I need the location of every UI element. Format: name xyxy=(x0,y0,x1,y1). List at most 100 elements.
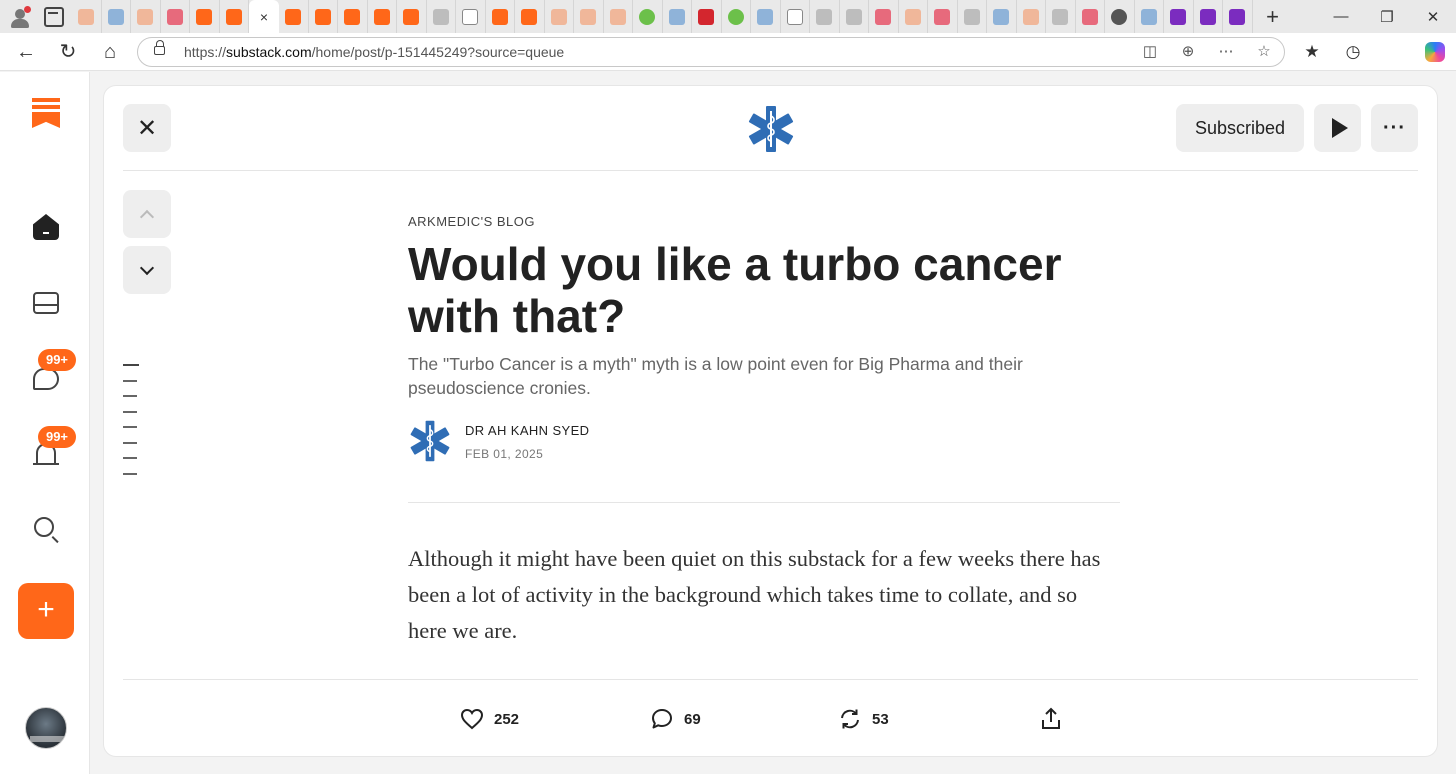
browser-tab[interactable] xyxy=(72,0,102,33)
browser-tab[interactable] xyxy=(220,0,249,33)
post-body: Although it might have been quiet on thi… xyxy=(408,546,1101,643)
more-options-button[interactable]: ··· xyxy=(1371,104,1418,152)
substack-logo-icon[interactable] xyxy=(32,98,60,130)
chat-badge: 99+ xyxy=(38,349,76,371)
inbox-icon[interactable] xyxy=(31,288,61,318)
like-count: 252 xyxy=(494,710,520,728)
author-name[interactable]: DR AH KAHN SYED xyxy=(465,423,589,438)
browser-tab[interactable] xyxy=(1135,0,1164,33)
previous-post-button[interactable] xyxy=(123,190,171,238)
divider xyxy=(123,170,1418,171)
play-icon xyxy=(1331,118,1348,138)
browser-tab[interactable] xyxy=(781,0,810,33)
browser-tab[interactable] xyxy=(1194,0,1223,33)
browser-tab[interactable] xyxy=(987,0,1017,33)
browser-tab[interactable] xyxy=(131,0,161,33)
create-button[interactable]: + xyxy=(18,583,74,639)
close-tab-icon[interactable]: × xyxy=(260,9,268,25)
browser-tab[interactable] xyxy=(515,0,545,33)
close-button[interactable]: ✕ xyxy=(123,104,171,152)
browser-tab[interactable] xyxy=(1105,0,1135,33)
divider xyxy=(408,502,1120,503)
heart-icon xyxy=(460,708,484,730)
browser-tab[interactable] xyxy=(102,0,131,33)
browser-tab[interactable] xyxy=(397,0,427,33)
new-tab-button[interactable]: + xyxy=(1259,4,1287,30)
browser-tab[interactable] xyxy=(1017,0,1046,33)
notifications-badge: 99+ xyxy=(38,426,76,448)
comment-button[interactable]: 69 xyxy=(650,706,701,732)
star-of-life-logo-icon[interactable] xyxy=(746,104,796,154)
post-subtitle: The "Turbo Cancer is a myth" myth is a l… xyxy=(408,354,1023,398)
publication-name[interactable]: ARKMEDIC'S BLOG xyxy=(408,214,535,229)
refresh-icon[interactable]: ↻ xyxy=(56,40,80,64)
browser-tab[interactable] xyxy=(633,0,663,33)
browser-tab[interactable] xyxy=(663,0,692,33)
home-icon[interactable]: ⌂ xyxy=(98,40,122,64)
next-post-button[interactable] xyxy=(123,246,171,294)
browser-tab[interactable] xyxy=(309,0,338,33)
browser-tab[interactable] xyxy=(338,0,368,33)
chevron-down-icon xyxy=(139,260,155,275)
browser-tab[interactable] xyxy=(1223,0,1253,33)
browser-tab[interactable] xyxy=(486,0,515,33)
restack-icon xyxy=(841,709,859,729)
close-window-button[interactable]: ✕ xyxy=(1410,8,1456,26)
browser-tab[interactable] xyxy=(604,0,633,33)
more-tools-icon[interactable]: ⋯ xyxy=(1216,42,1236,62)
search-icon[interactable] xyxy=(31,514,61,544)
browser-tab[interactable] xyxy=(190,0,220,33)
favorite-star-icon[interactable]: ☆ xyxy=(1254,42,1274,62)
address-bar[interactable]: https://substack.com/home/post/p-1514452… xyxy=(137,37,1285,67)
browser-tab[interactable] xyxy=(427,0,456,33)
browser-tab[interactable] xyxy=(161,0,190,33)
browser-tab[interactable] xyxy=(456,0,486,33)
restore-button[interactable]: ❐ xyxy=(1364,8,1410,26)
url-text[interactable]: https://substack.com/home/post/p-1514452… xyxy=(184,44,564,60)
post-date: FEB 01, 2025 xyxy=(465,447,544,461)
substack-sidebar: 99+ 99+ + xyxy=(0,72,90,774)
browser-tab[interactable] xyxy=(840,0,869,33)
browser-tab[interactable] xyxy=(368,0,397,33)
share-button[interactable] xyxy=(1040,706,1062,732)
app-available-icon[interactable]: ◫ xyxy=(1140,42,1160,62)
comment-count: 69 xyxy=(684,710,701,728)
browser-tab[interactable] xyxy=(574,0,604,33)
browser-tab-active[interactable]: × xyxy=(249,0,279,33)
copilot-icon[interactable] xyxy=(1423,40,1447,64)
browser-tab[interactable] xyxy=(692,0,722,33)
browser-tab[interactable] xyxy=(869,0,899,33)
browser-tab[interactable] xyxy=(1164,0,1194,33)
browser-tab[interactable] xyxy=(1046,0,1076,33)
home-icon[interactable] xyxy=(31,212,61,242)
avatar[interactable] xyxy=(25,707,67,749)
history-icon[interactable]: ◷ xyxy=(1341,40,1365,64)
lock-icon[interactable] xyxy=(154,40,165,55)
chevron-up-icon xyxy=(139,209,155,224)
browser-tab[interactable] xyxy=(545,0,574,33)
back-icon[interactable]: ← xyxy=(14,40,38,64)
restack-button[interactable]: 53 xyxy=(838,706,889,732)
subscribed-button[interactable]: Subscribed xyxy=(1176,104,1304,152)
author-avatar-icon[interactable] xyxy=(408,419,452,463)
tab-actions-icon[interactable] xyxy=(44,6,64,27)
play-audio-button[interactable] xyxy=(1314,104,1361,152)
browser-tab[interactable] xyxy=(958,0,987,33)
table-of-contents-markers[interactable] xyxy=(123,364,139,488)
browser-tab[interactable] xyxy=(1076,0,1105,33)
zoom-icon[interactable]: ⊕ xyxy=(1178,42,1198,62)
window-controls: — ❐ ✕ xyxy=(1318,0,1456,33)
browser-tab[interactable] xyxy=(279,0,309,33)
browser-tab[interactable] xyxy=(722,0,751,33)
favorites-icon[interactable]: ★ xyxy=(1300,40,1324,64)
browser-tab[interactable] xyxy=(751,0,781,33)
browser-tab[interactable] xyxy=(928,0,958,33)
browser-tab[interactable] xyxy=(899,0,928,33)
profile-icon[interactable] xyxy=(8,5,32,29)
restack-count: 53 xyxy=(872,710,889,728)
divider xyxy=(123,679,1418,680)
browser-toolbar: ← ↻ ⌂ https://substack.com/home/post/p-1… xyxy=(0,33,1456,71)
minimize-button[interactable]: — xyxy=(1318,8,1364,25)
browser-tab[interactable] xyxy=(810,0,840,33)
like-button[interactable]: 252 xyxy=(460,706,519,732)
